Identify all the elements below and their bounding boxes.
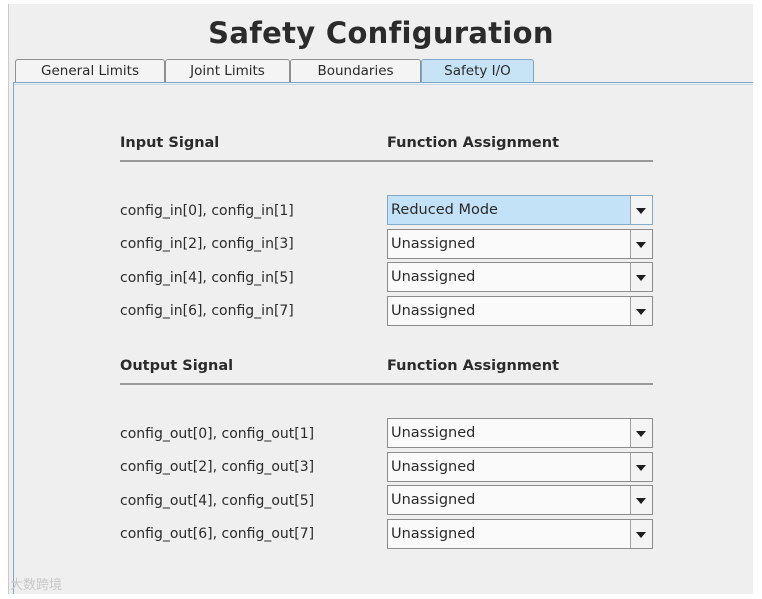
- dropdown-value: Reduced Mode: [391, 202, 498, 218]
- input-signal-label: config_in[6], config_in[7]: [120, 303, 294, 319]
- dropdown-button[interactable]: [630, 230, 652, 258]
- dropdown-button[interactable]: [630, 196, 652, 224]
- output-function-header: Function Assignment: [387, 358, 560, 374]
- dropdown-value: Unassigned: [391, 526, 476, 542]
- output-signal-label: config_out[2], config_out[3]: [120, 459, 315, 475]
- output-signal-label: config_out[4], config_out[5]: [120, 493, 315, 509]
- output-signal-label: config_out[6], config_out[7]: [120, 526, 315, 542]
- tab-divider: [13, 82, 753, 83]
- dropdown-value: Unassigned: [391, 236, 476, 252]
- input-assignment-dropdown-2[interactable]: Unassigned: [387, 262, 653, 292]
- dropdown-button[interactable]: [630, 453, 652, 481]
- tab-label: Safety I/O: [444, 63, 511, 79]
- dropdown-button[interactable]: [630, 297, 652, 325]
- dropdown-button[interactable]: [630, 520, 652, 548]
- output-assignment-dropdown-0[interactable]: Unassigned: [387, 418, 653, 448]
- input-signal-header: Input Signal: [120, 135, 220, 151]
- dropdown-value: Unassigned: [391, 269, 476, 285]
- tab-general-limits[interactable]: General Limits: [15, 59, 165, 82]
- watermark: 大数跨境: [10, 578, 63, 593]
- output-header-separator: [120, 383, 653, 385]
- dropdown-button[interactable]: [630, 419, 652, 447]
- input-signal-label: config_in[2], config_in[3]: [120, 236, 294, 252]
- tab-joint-limits[interactable]: Joint Limits: [165, 59, 290, 82]
- safety-configuration-window: Safety Configuration General Limits Join…: [8, 4, 753, 594]
- input-assignment-dropdown-3[interactable]: Unassigned: [387, 296, 653, 326]
- input-assignment-dropdown-0[interactable]: Reduced Mode: [387, 195, 653, 225]
- dropdown-value: Unassigned: [391, 459, 476, 475]
- tab-label: Boundaries: [317, 63, 394, 79]
- input-signal-label: config_in[0], config_in[1]: [120, 203, 294, 219]
- chevron-down-icon: [636, 498, 646, 504]
- output-assignment-dropdown-3[interactable]: Unassigned: [387, 519, 653, 549]
- dropdown-button[interactable]: [630, 486, 652, 514]
- input-header-separator: [120, 160, 653, 162]
- tab-divider-highlight: [13, 84, 753, 85]
- chevron-down-icon: [636, 431, 646, 437]
- input-function-header: Function Assignment: [387, 135, 560, 151]
- output-signal-label: config_out[0], config_out[1]: [120, 426, 315, 442]
- dropdown-value: Unassigned: [391, 303, 476, 319]
- dropdown-value: Unassigned: [391, 492, 476, 508]
- tab-safety-io[interactable]: Safety I/O: [421, 59, 534, 83]
- chevron-down-icon: [636, 465, 646, 471]
- chevron-down-icon: [636, 208, 646, 214]
- panel-left-border: [13, 82, 14, 594]
- output-assignment-dropdown-2[interactable]: Unassigned: [387, 485, 653, 515]
- output-signal-header: Output Signal: [120, 358, 234, 374]
- output-assignment-dropdown-1[interactable]: Unassigned: [387, 452, 653, 482]
- chevron-down-icon: [636, 309, 646, 315]
- tab-boundaries[interactable]: Boundaries: [290, 59, 421, 82]
- dropdown-button[interactable]: [630, 263, 652, 291]
- chevron-down-icon: [636, 275, 646, 281]
- dropdown-value: Unassigned: [391, 425, 476, 441]
- chevron-down-icon: [636, 242, 646, 248]
- page-title: Safety Configuration: [208, 16, 554, 50]
- input-assignment-dropdown-1[interactable]: Unassigned: [387, 229, 653, 259]
- tab-label: General Limits: [41, 63, 139, 79]
- input-signal-label: config_in[4], config_in[5]: [120, 270, 294, 286]
- tab-label: Joint Limits: [190, 63, 265, 79]
- tab-bar: General Limits Joint Limits Boundaries S…: [13, 59, 753, 83]
- chevron-down-icon: [636, 532, 646, 538]
